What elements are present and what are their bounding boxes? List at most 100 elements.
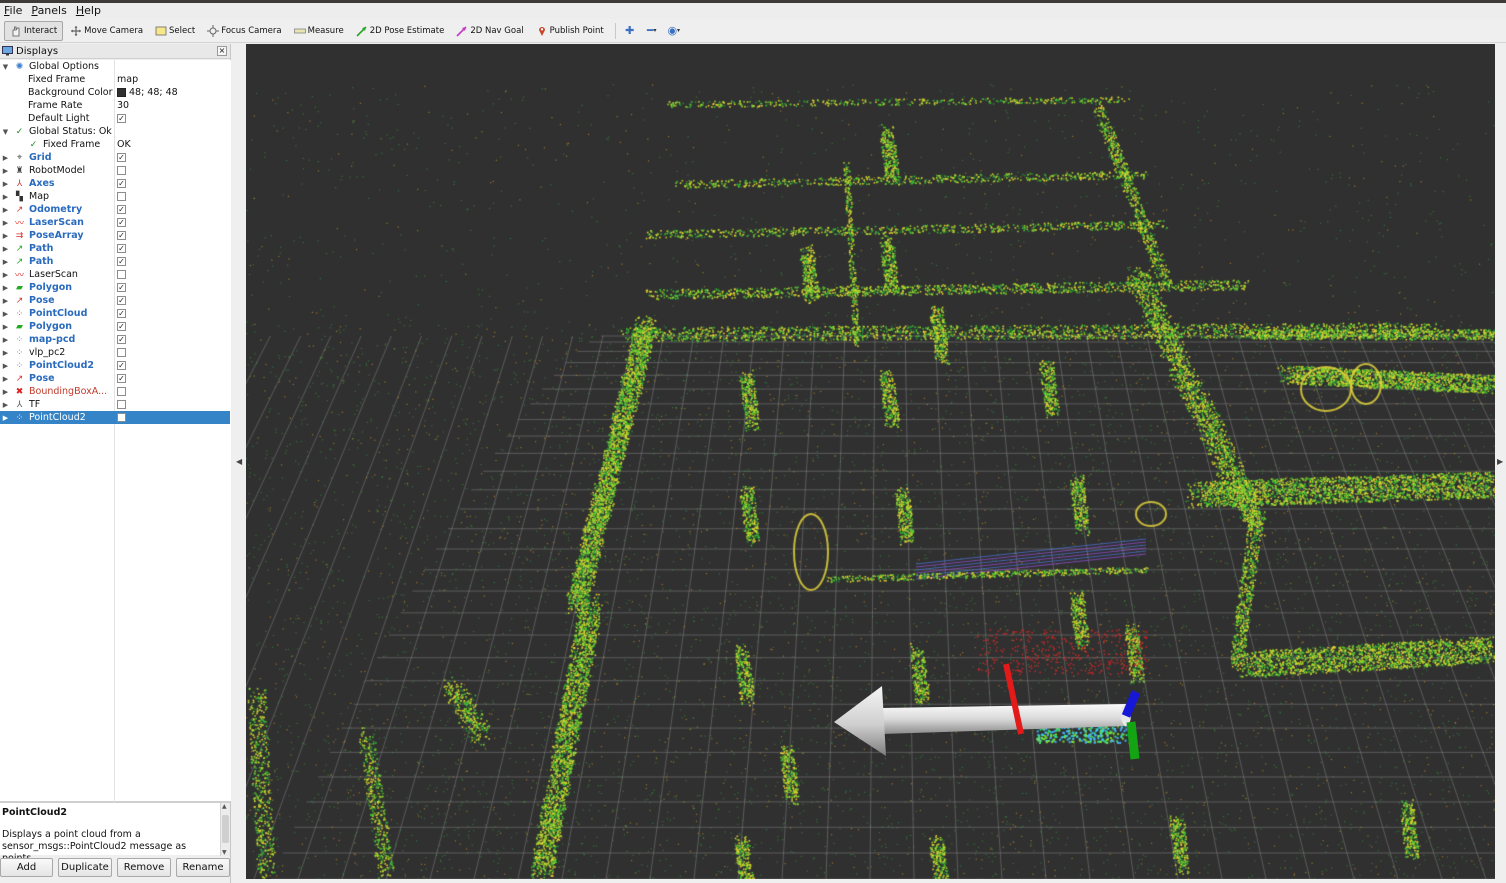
tree-row-display[interactable]: ▶ ↗ Path ✓ xyxy=(0,242,230,255)
collapse-left-arrow-icon[interactable]: ◀ xyxy=(236,457,242,466)
measure-tool-button[interactable]: Measure xyxy=(289,21,349,41)
fixed-frame-value[interactable]: map xyxy=(117,74,138,85)
display-enabled-checkbox[interactable]: ✓ xyxy=(117,218,126,227)
tree-row-background-color[interactable]: Background Color 48; 48; 48 xyxy=(0,86,230,99)
render-viewport[interactable] xyxy=(246,44,1495,879)
scroll-up-arrow-icon[interactable]: ▲ xyxy=(222,803,227,810)
menu-panels[interactable]: Panels xyxy=(31,4,66,18)
expand-arrow-icon[interactable]: ▶ xyxy=(2,193,9,201)
display-enabled-checkbox[interactable] xyxy=(117,348,126,357)
expand-arrow-icon[interactable]: ▶ xyxy=(2,232,9,240)
tree-row-display[interactable]: ▶ ♜ RobotModel xyxy=(0,164,230,177)
expand-arrow-icon[interactable]: ▶ xyxy=(2,271,9,279)
tree-row-display[interactable]: ▶ ✖ BoundingBoxA... xyxy=(0,385,230,398)
display-enabled-checkbox[interactable] xyxy=(117,413,126,422)
display-enabled-checkbox[interactable]: ✓ xyxy=(117,205,126,214)
display-enabled-checkbox[interactable]: ✓ xyxy=(117,322,126,331)
description-scrollbar[interactable]: ▲ ▼ xyxy=(220,803,230,856)
interact-tool-button[interactable]: Interact xyxy=(4,20,64,41)
close-panel-button[interactable]: × xyxy=(217,46,227,56)
expand-arrow-icon[interactable]: ▶ xyxy=(2,310,9,318)
menu-file[interactable]: File xyxy=(4,4,22,18)
tree-row-global-status[interactable]: ▼ ✓ Global Status: Ok xyxy=(0,125,230,138)
expand-arrow-icon[interactable]: ▼ xyxy=(2,128,9,136)
display-enabled-checkbox[interactable]: ✓ xyxy=(117,231,126,240)
select-tool-button[interactable]: Select xyxy=(150,21,200,41)
tree-row-display[interactable]: ▶ 〰 LaserScan xyxy=(0,268,230,281)
frame-rate-value[interactable]: 30 xyxy=(117,100,129,111)
display-enabled-checkbox[interactable] xyxy=(117,270,126,279)
expand-arrow-icon[interactable]: ▶ xyxy=(2,414,9,422)
display-enabled-checkbox[interactable]: ✓ xyxy=(117,361,126,370)
tree-row-display[interactable]: ▶ ⁘ PointCloud2 xyxy=(0,411,230,424)
display-enabled-checkbox[interactable]: ✓ xyxy=(117,153,126,162)
right-panel-splitter[interactable]: ▶ xyxy=(1495,44,1506,883)
expand-arrow-icon[interactable]: ▶ xyxy=(2,362,9,370)
remove-button[interactable]: Remove xyxy=(117,858,171,877)
expand-arrow-icon[interactable]: ▶ xyxy=(2,349,9,357)
publish-point-tool-button[interactable]: Publish Point xyxy=(531,21,609,41)
expand-arrow-icon[interactable]: ▶ xyxy=(2,401,9,409)
expand-arrow-icon[interactable]: ▶ xyxy=(2,297,9,305)
panel-splitter[interactable]: ◀ xyxy=(231,44,246,883)
focus-camera-tool-button[interactable]: Focus Camera xyxy=(202,21,286,41)
expand-arrow-icon[interactable]: ▶ xyxy=(2,206,9,214)
expand-arrow-icon[interactable]: ▶ xyxy=(2,219,9,227)
tree-row-display[interactable]: ▶ ⁘ PointCloud2 ✓ xyxy=(0,359,230,372)
display-enabled-checkbox[interactable]: ✓ xyxy=(117,257,126,266)
camera-type-button[interactable]: ◉ ▾ xyxy=(664,21,684,41)
expand-arrow-icon[interactable]: ▶ xyxy=(2,258,9,266)
tree-row-default-light[interactable]: Default Light ✓ xyxy=(0,112,230,125)
expand-arrow-icon[interactable]: ▼ xyxy=(2,63,9,71)
tree-row-display[interactable]: ▶ ▚ Map xyxy=(0,190,230,203)
tree-row-display[interactable]: ▶ ▰ Polygon ✓ xyxy=(0,320,230,333)
rename-button[interactable]: Rename xyxy=(176,858,230,877)
duplicate-button[interactable]: Duplicate xyxy=(58,858,112,877)
menu-help[interactable]: Help xyxy=(76,4,101,18)
scrollbar-thumb[interactable] xyxy=(222,815,229,843)
display-enabled-checkbox[interactable]: ✓ xyxy=(117,309,126,318)
tree-row-display[interactable]: ▶ ↗ Path ✓ xyxy=(0,255,230,268)
expand-arrow-icon[interactable]: ▶ xyxy=(2,375,9,383)
tree-row-frame-rate[interactable]: Frame Rate 30 xyxy=(0,99,230,112)
expand-arrow-icon[interactable]: ▶ xyxy=(2,154,9,162)
tree-row-status-fixed-frame[interactable]: ✓ Fixed Frame OK xyxy=(0,138,230,151)
tree-row-display[interactable]: ▶ ↗ Pose ✓ xyxy=(0,372,230,385)
tree-row-display[interactable]: ▶ ⇉ PoseArray ✓ xyxy=(0,229,230,242)
tree-row-display[interactable]: ▶ ↗ Odometry ✓ xyxy=(0,203,230,216)
display-enabled-checkbox[interactable]: ✓ xyxy=(117,296,126,305)
display-enabled-checkbox[interactable]: ✓ xyxy=(117,335,126,344)
expand-arrow-icon[interactable]: ▶ xyxy=(2,180,9,188)
display-enabled-checkbox[interactable] xyxy=(117,387,126,396)
collapse-right-arrow-icon[interactable]: ▶ xyxy=(1497,457,1503,466)
default-light-checkbox[interactable]: ✓ xyxy=(117,114,126,123)
display-enabled-checkbox[interactable] xyxy=(117,166,126,175)
tree-row-display[interactable]: ▶ ▰ Polygon ✓ xyxy=(0,281,230,294)
tree-row-global-options[interactable]: ▼ ✺ Global Options xyxy=(0,60,230,73)
tree-row-fixed-frame[interactable]: Fixed Frame map xyxy=(0,73,230,86)
tree-row-display[interactable]: ▶ ⁘ map-pcd ✓ xyxy=(0,333,230,346)
add-tool-button[interactable]: ✚ xyxy=(620,21,640,41)
displays-tree[interactable]: ▼ ✺ Global Options Fixed Frame map Backg… xyxy=(0,60,231,802)
pose-estimate-tool-button[interactable]: 2D Pose Estimate xyxy=(351,21,450,41)
display-enabled-checkbox[interactable]: ✓ xyxy=(117,283,126,292)
scroll-down-arrow-icon[interactable]: ▼ xyxy=(222,849,227,856)
tree-row-display[interactable]: ▶ ⅄ Axes ✓ xyxy=(0,177,230,190)
tree-row-display[interactable]: ▶ ⁘ vlp_pc2 xyxy=(0,346,230,359)
expand-arrow-icon[interactable]: ▶ xyxy=(2,388,9,396)
expand-arrow-icon[interactable]: ▶ xyxy=(2,167,9,175)
background-color-value[interactable]: 48; 48; 48 xyxy=(117,87,178,98)
expand-arrow-icon[interactable]: ▶ xyxy=(2,323,9,331)
display-enabled-checkbox[interactable]: ✓ xyxy=(117,374,126,383)
tree-row-display[interactable]: ▶ ⅄ TF xyxy=(0,398,230,411)
display-enabled-checkbox[interactable]: ✓ xyxy=(117,179,126,188)
tree-row-display[interactable]: ▶ ⁘ PointCloud ✓ xyxy=(0,307,230,320)
tree-row-display[interactable]: ▶ ↗ Pose ✓ xyxy=(0,294,230,307)
tree-row-display[interactable]: ▶ ⌖ Grid ✓ xyxy=(0,151,230,164)
expand-arrow-icon[interactable]: ▶ xyxy=(2,284,9,292)
add-button[interactable]: Add xyxy=(0,858,53,877)
display-enabled-checkbox[interactable] xyxy=(117,192,126,201)
display-enabled-checkbox[interactable] xyxy=(117,400,126,409)
remove-tool-button[interactable]: ━ ▾ xyxy=(642,21,662,41)
move-camera-tool-button[interactable]: Move Camera xyxy=(65,21,148,41)
